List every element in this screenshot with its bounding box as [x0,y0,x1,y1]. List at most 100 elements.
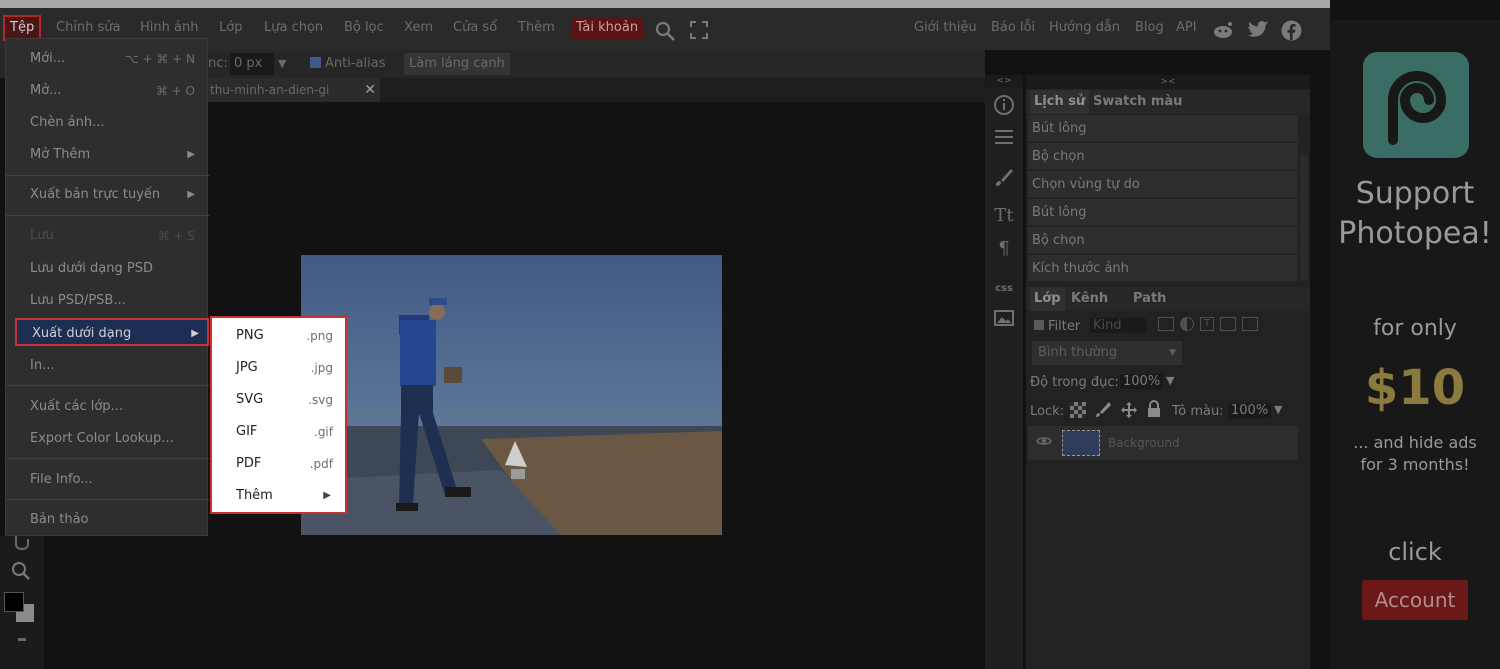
lock-all-icon[interactable] [1146,400,1162,422]
menu-item-insert-image[interactable]: Chèn ảnh... [6,109,209,137]
css-icon[interactable]: css [991,277,1017,301]
export-jpg[interactable]: JPG .jpg [212,352,345,384]
menu-item-label: In... [30,358,55,373]
menu-edit[interactable]: Chỉnh sửa [51,17,126,39]
menu-item-save-as-psd[interactable]: Lưu dưới dạng PSD [6,255,209,283]
format-name: JPG [236,360,258,375]
character-icon[interactable]: Tt [991,204,1017,228]
link-api[interactable]: API [1171,17,1202,39]
menu-select[interactable]: Lựa chọn [259,17,328,39]
collapse-icon[interactable]: <> [985,75,1023,87]
menu-image[interactable]: Hình ảnh [135,17,203,39]
foreground-color[interactable] [4,592,24,612]
fullscreen-icon[interactable] [689,20,709,44]
filter-smart-icon[interactable] [1242,317,1258,331]
opacity-input[interactable]: 100% [1120,374,1164,389]
lock-brush-icon[interactable] [1094,401,1112,423]
antialias-option[interactable]: Anti-alias [310,53,385,75]
format-ext: .png [306,329,333,343]
tab-history[interactable]: Lịch sử [1030,90,1090,114]
document-tab[interactable]: thu-minh-an-dien-gi ✕ [208,78,380,102]
filter-shape-icon[interactable] [1220,317,1236,331]
menu-item-label: Xuất các lớp... [30,399,123,414]
reddit-icon[interactable] [1212,20,1234,44]
layer-row[interactable]: Background [1028,426,1298,460]
menu-item-new[interactable]: Mới... ⌥ + ⌘ + N [6,45,209,73]
twitter-icon[interactable] [1248,20,1270,44]
link-report-bug[interactable]: Báo lỗi [986,17,1040,39]
tab-paths[interactable]: Path [1129,287,1170,311]
menu-item-export-color-lookup[interactable]: Export Color Lookup... [6,425,209,453]
menu-item-export-layers[interactable]: Xuất các lớp... [6,393,209,421]
filter-adjust-icon[interactable] [1180,317,1194,331]
opacity-dropdown-icon[interactable]: ▼ [1166,374,1174,387]
menu-item-print[interactable]: In... [6,352,209,380]
link-blog[interactable]: Blog [1130,17,1169,39]
fill-input[interactable]: 100% [1228,403,1272,418]
filter-image-icon[interactable] [1158,317,1174,331]
menu-filter[interactable]: Bộ lọc [339,17,389,39]
filter-checkbox[interactable] [1034,320,1044,330]
lock-transparency-icon[interactable] [1070,402,1086,418]
export-gif[interactable]: GIF .gif [212,416,345,448]
shortcut-label: ⌘ + O [155,84,195,98]
export-pdf[interactable]: PDF .pdf [212,448,345,480]
menu-view[interactable]: Xem [399,17,438,39]
canvas-image[interactable] [301,255,722,535]
history-scrollbar[interactable] [1300,155,1308,280]
export-png[interactable]: PNG .png [212,320,345,352]
info-icon[interactable] [991,94,1017,118]
history-item[interactable]: Kích thước ảnh [1028,255,1298,282]
filter-toggle[interactable]: Filter [1034,319,1080,334]
menu-item-file-info[interactable]: File Info... [6,466,209,494]
refine-edge-button[interactable]: Làm láng cạnh [404,53,510,75]
export-more[interactable]: Thêm ▶ [212,480,345,512]
feather-input[interactable]: 0 px [230,53,274,75]
menu-item-save-psd-psb[interactable]: Lưu PSD/PSB... [6,287,209,315]
history-item[interactable]: Bút lông [1028,115,1298,142]
menu-item-publish-online[interactable]: Xuất bản trực tuyến ▶ [6,181,209,209]
tab-swatches[interactable]: Swatch màu [1089,90,1186,114]
history-item[interactable]: Bút lông [1028,199,1298,226]
menu-item-drafts[interactable]: Bản thảo [6,506,209,534]
menu-account[interactable]: Tài khoản [571,17,644,39]
fill-dropdown-icon[interactable]: ▼ [1274,403,1282,416]
tab-layers[interactable]: Lớp [1030,287,1065,311]
panel-collapse-icon[interactable]: >< [1026,75,1310,89]
zoom-tool-icon[interactable] [10,560,32,586]
facebook-icon[interactable] [1281,20,1302,45]
export-svg[interactable]: SVG .svg [212,384,345,416]
paragraph-icon[interactable]: ¶ [991,237,1017,261]
eye-icon[interactable] [1036,435,1052,451]
lock-move-icon[interactable] [1120,401,1138,423]
history-item[interactable]: Bộ chọn [1028,227,1298,254]
menu-layer[interactable]: Lớp [214,17,247,39]
menu-window[interactable]: Cửa sổ [448,17,502,39]
hand-tool-icon[interactable] [12,536,32,554]
more-tools-icon[interactable] [18,638,26,641]
brush-icon[interactable] [991,167,1017,191]
filter-label: Filter [1048,319,1081,334]
blend-mode-select[interactable]: Bình thường ▼ [1032,341,1182,365]
filter-kind-select[interactable]: Kind [1090,318,1146,333]
filter-type-icon[interactable]: T [1200,317,1214,331]
properties-icon[interactable] [991,127,1017,151]
history-item[interactable]: Bộ chọn [1028,143,1298,170]
menu-item-label: Export Color Lookup... [30,431,174,446]
menu-item-open[interactable]: Mở... ⌘ + O [6,77,209,105]
menu-more[interactable]: Thêm [513,17,560,39]
feather-dropdown-icon[interactable]: ▼ [278,53,286,75]
link-tutorials[interactable]: Hướng dẫn [1044,17,1125,39]
tab-channels[interactable]: Kênh [1067,287,1112,311]
search-icon[interactable] [654,20,676,46]
close-icon[interactable]: ✕ [364,78,376,102]
image-icon[interactable] [991,309,1017,333]
history-item[interactable]: Chọn vùng tự do [1028,171,1298,198]
link-about[interactable]: Giới thiệu [909,17,982,39]
color-swatch[interactable] [4,592,34,624]
menu-file[interactable]: Tệp [2,15,42,41]
menu-item-open-more[interactable]: Mở Thêm ▶ [6,141,209,169]
account-button[interactable]: Account [1362,580,1468,620]
antialias-checkbox[interactable] [310,57,321,68]
menu-item-export-as[interactable]: Xuất dưới dạng ▶ [15,318,209,346]
